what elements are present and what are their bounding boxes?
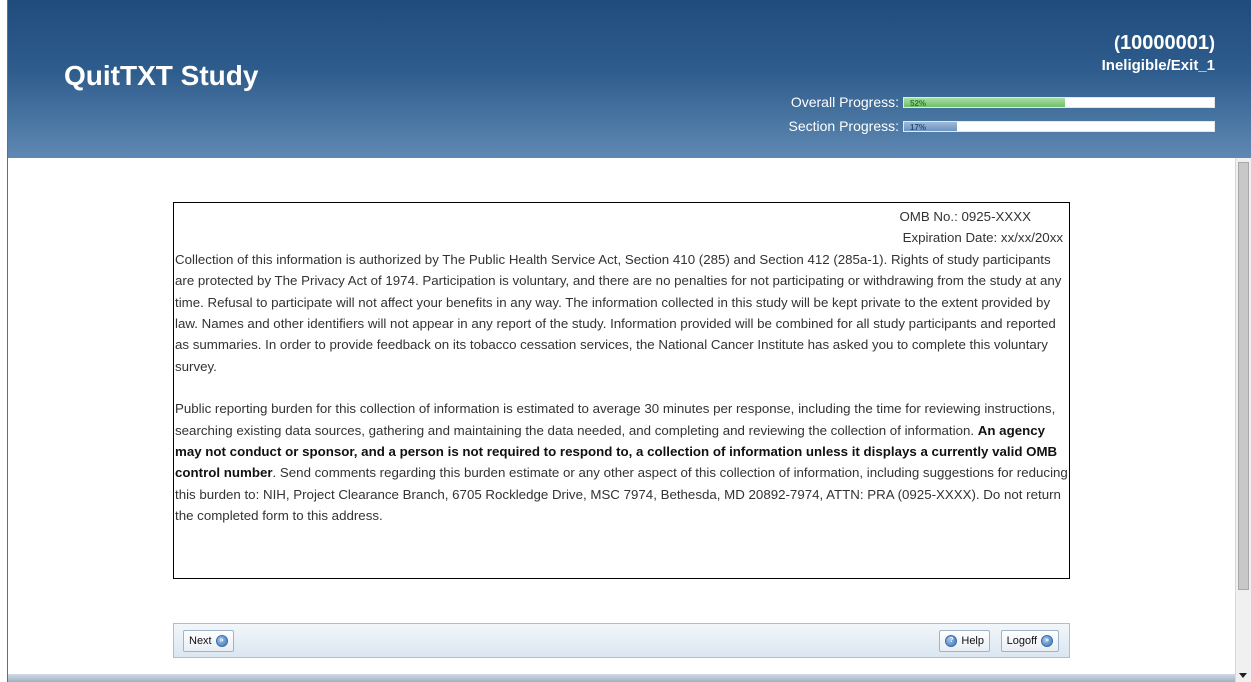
overall-progress-value: 52% xyxy=(910,98,927,108)
help-button-label: Help xyxy=(961,635,984,647)
section-progress-label: Section Progress: xyxy=(788,118,900,134)
section-progress-value: 17% xyxy=(910,122,927,132)
study-title: QuitTXT Study xyxy=(64,60,259,91)
participant-id-close: ) xyxy=(1209,33,1215,53)
navigation-bar: Next » ? Help Logoff » xyxy=(173,623,1070,658)
logoff-button[interactable]: Logoff » xyxy=(1000,630,1059,652)
next-button-label: Next xyxy=(189,635,212,647)
expiration-date: Expiration Date: xx/xx/20xx xyxy=(902,230,1063,246)
study-header: QuitTXT Study (10000001) Ineligible/Exit… xyxy=(8,0,1251,158)
authorization-paragraph: Collection of this information is author… xyxy=(175,251,1062,374)
consent-statement: OMB No.: 0925-XXXX Expiration Date: xx/x… xyxy=(173,202,1070,579)
scroll-down-arrow-icon[interactable] xyxy=(1239,673,1247,678)
logoff-button-label: Logoff xyxy=(1006,635,1037,647)
bottom-edge-bar xyxy=(8,674,1235,682)
forward-arrow-icon: » xyxy=(215,635,228,647)
burden-text-start: Public reporting burden for this collect… xyxy=(175,401,1056,438)
burden-text-end: . Send comments regarding this burden es… xyxy=(175,465,1068,524)
overall-progress-label: Overall Progress: xyxy=(790,94,899,110)
participant-status: Ineligible/Exit_1 xyxy=(1101,57,1215,74)
section-progress-bar: 17% xyxy=(903,120,1215,132)
overall-progress-fill xyxy=(904,97,1066,107)
overall-progress-row: Overall Progress: 52% xyxy=(790,94,1215,110)
overall-progress-bar: 52% xyxy=(903,96,1215,108)
help-icon: ? xyxy=(945,635,958,647)
logoff-arrow-icon: » xyxy=(1041,635,1053,647)
section-progress-row: Section Progress: 17% xyxy=(788,118,1215,134)
burden-paragraph: Public reporting burden for this collect… xyxy=(175,398,1069,526)
scrollbar-thumb[interactable] xyxy=(1238,162,1249,590)
participant-id: (10000001) xyxy=(1114,32,1215,55)
omb-number: OMB No.: 0925-XXXX xyxy=(899,209,1031,224)
window-left-edge xyxy=(0,0,8,682)
help-button[interactable]: ? Help xyxy=(939,630,990,652)
next-button[interactable]: Next » xyxy=(183,630,234,652)
participant-id-number: 10000001 xyxy=(1120,32,1209,54)
vertical-scrollbar[interactable] xyxy=(1235,158,1251,682)
